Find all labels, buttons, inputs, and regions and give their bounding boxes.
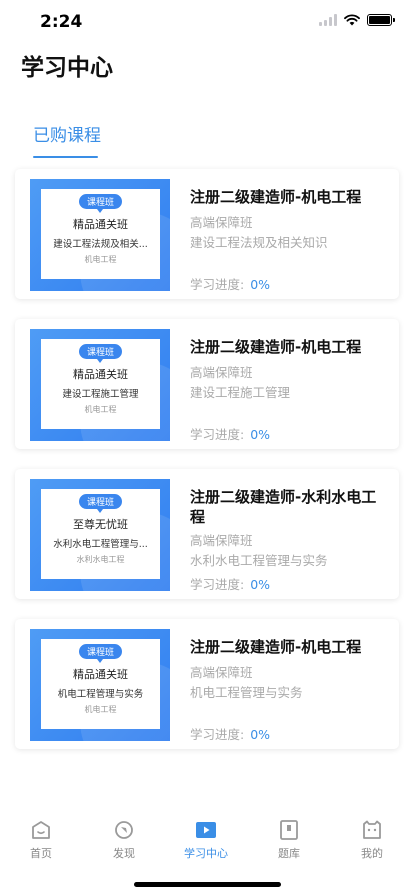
cover-panel: 课程班 精品通关班 机电工程管理与实务 机电工程 xyxy=(41,639,160,729)
cover-badge: 课程班 xyxy=(78,494,122,513)
tab-bought-courses[interactable]: 已购课程 xyxy=(33,121,101,146)
progress-value: 0% xyxy=(250,577,271,592)
tab-learning-center[interactable]: 学习中心 xyxy=(176,820,236,861)
question-bank-icon xyxy=(280,820,298,840)
course-subject: 机电工程管理与实务 xyxy=(190,685,303,700)
progress-label: 学习进度: xyxy=(190,727,245,742)
course-cover: 课程班 精品通关班 建设工程法规及相关... 机电工程 xyxy=(30,179,170,291)
tab-home[interactable]: 首页 xyxy=(11,820,71,861)
tab-label: 我的 xyxy=(361,847,383,860)
cover-title: 至尊无忧班 xyxy=(73,518,128,531)
progress-value: 0% xyxy=(250,277,271,292)
cover-tag: 水利水电工程 xyxy=(76,555,125,564)
course-progress: 学习进度: 0% xyxy=(190,274,270,293)
cover-tag: 机电工程 xyxy=(84,705,117,714)
course-card[interactable]: 课程班 精品通关班 建设工程法规及相关... 机电工程 注册二级建造师-机电工程… xyxy=(15,169,399,299)
page-title: 学习中心 xyxy=(21,55,113,81)
progress-value: 0% xyxy=(250,427,271,442)
tab-active-indicator xyxy=(33,156,98,158)
course-card[interactable]: 课程班 精品通关班 机电工程管理与实务 机电工程 注册二级建造师-机电工程 高端… xyxy=(15,619,399,749)
cover-subtitle: 机电工程管理与实务 xyxy=(57,689,144,700)
cover-tag: 机电工程 xyxy=(84,255,117,264)
cover-panel: 课程班 精品通关班 建设工程施工管理 机电工程 xyxy=(41,339,160,429)
status-bar: 2:24 xyxy=(0,0,414,44)
tab-label: 题库 xyxy=(278,847,300,860)
progress-label: 学习进度: xyxy=(190,277,245,292)
course-subject: 建设工程法规及相关知识 xyxy=(190,235,328,250)
cover-panel: 课程班 至尊无忧班 水利水电工程管理与... 水利水电工程 xyxy=(41,489,160,579)
course-level: 高端保障班 xyxy=(190,665,253,680)
tab-label: 发现 xyxy=(113,847,135,860)
cover-badge: 课程班 xyxy=(78,194,122,213)
tab-profile[interactable]: 我的 xyxy=(342,820,402,861)
status-icons xyxy=(319,14,395,26)
cover-title: 精品通关班 xyxy=(73,668,128,681)
cover-subtitle: 建设工程法规及相关... xyxy=(53,239,148,250)
cover-title: 精品通关班 xyxy=(73,368,128,381)
course-name: 注册二级建造师-机电工程 xyxy=(190,638,362,656)
tab-question-bank[interactable]: 题库 xyxy=(259,820,319,861)
home-icon xyxy=(32,821,50,839)
course-card[interactable]: 课程班 精品通关班 建设工程施工管理 机电工程 注册二级建造师-机电工程 高端保… xyxy=(15,319,399,449)
discover-icon xyxy=(115,821,133,839)
course-name: 注册二级建造师-水利水电工程 xyxy=(190,488,377,526)
tab-label: 学习中心 xyxy=(184,847,228,860)
cover-badge: 课程班 xyxy=(78,644,122,663)
course-level: 高端保障班 xyxy=(190,365,253,380)
home-indicator xyxy=(134,882,281,887)
cover-title: 精品通关班 xyxy=(73,218,128,231)
course-cover: 课程班 至尊无忧班 水利水电工程管理与... 水利水电工程 xyxy=(30,479,170,591)
course-cover: 课程班 精品通关班 建设工程施工管理 机电工程 xyxy=(30,329,170,441)
tab-label: 首页 xyxy=(30,847,52,860)
course-subject: 水利水电工程管理与实务 xyxy=(190,553,328,568)
profile-icon xyxy=(363,820,381,839)
course-card[interactable]: 课程班 至尊无忧班 水利水电工程管理与... 水利水电工程 注册二级建造师-水利… xyxy=(15,469,399,599)
cover-subtitle: 建设工程施工管理 xyxy=(62,389,139,400)
tab-discover[interactable]: 发现 xyxy=(94,820,154,861)
cover-panel: 课程班 精品通关班 建设工程法规及相关... 机电工程 xyxy=(41,189,160,279)
wifi-icon xyxy=(344,14,360,26)
course-level: 高端保障班 xyxy=(190,533,253,548)
progress-label: 学习进度: xyxy=(190,577,245,592)
cover-subtitle: 水利水电工程管理与... xyxy=(53,539,148,550)
progress-label: 学习进度: xyxy=(190,427,245,442)
battery-icon xyxy=(367,14,395,26)
course-cover: 课程班 精品通关班 机电工程管理与实务 机电工程 xyxy=(30,629,170,741)
course-name: 注册二级建造师-机电工程 xyxy=(190,188,362,206)
course-progress: 学习进度: 0% xyxy=(190,574,270,593)
status-time: 2:24 xyxy=(40,12,83,32)
progress-value: 0% xyxy=(250,727,271,742)
cover-badge: 课程班 xyxy=(78,344,122,363)
cover-tag: 机电工程 xyxy=(84,405,117,414)
course-subject: 建设工程施工管理 xyxy=(190,385,291,400)
course-progress: 学习进度: 0% xyxy=(190,724,270,743)
course-level: 高端保障班 xyxy=(190,215,253,230)
course-progress: 学习进度: 0% xyxy=(190,424,270,443)
signal-icon xyxy=(319,14,337,26)
play-icon xyxy=(196,822,216,838)
course-name: 注册二级建造师-机电工程 xyxy=(190,338,362,356)
